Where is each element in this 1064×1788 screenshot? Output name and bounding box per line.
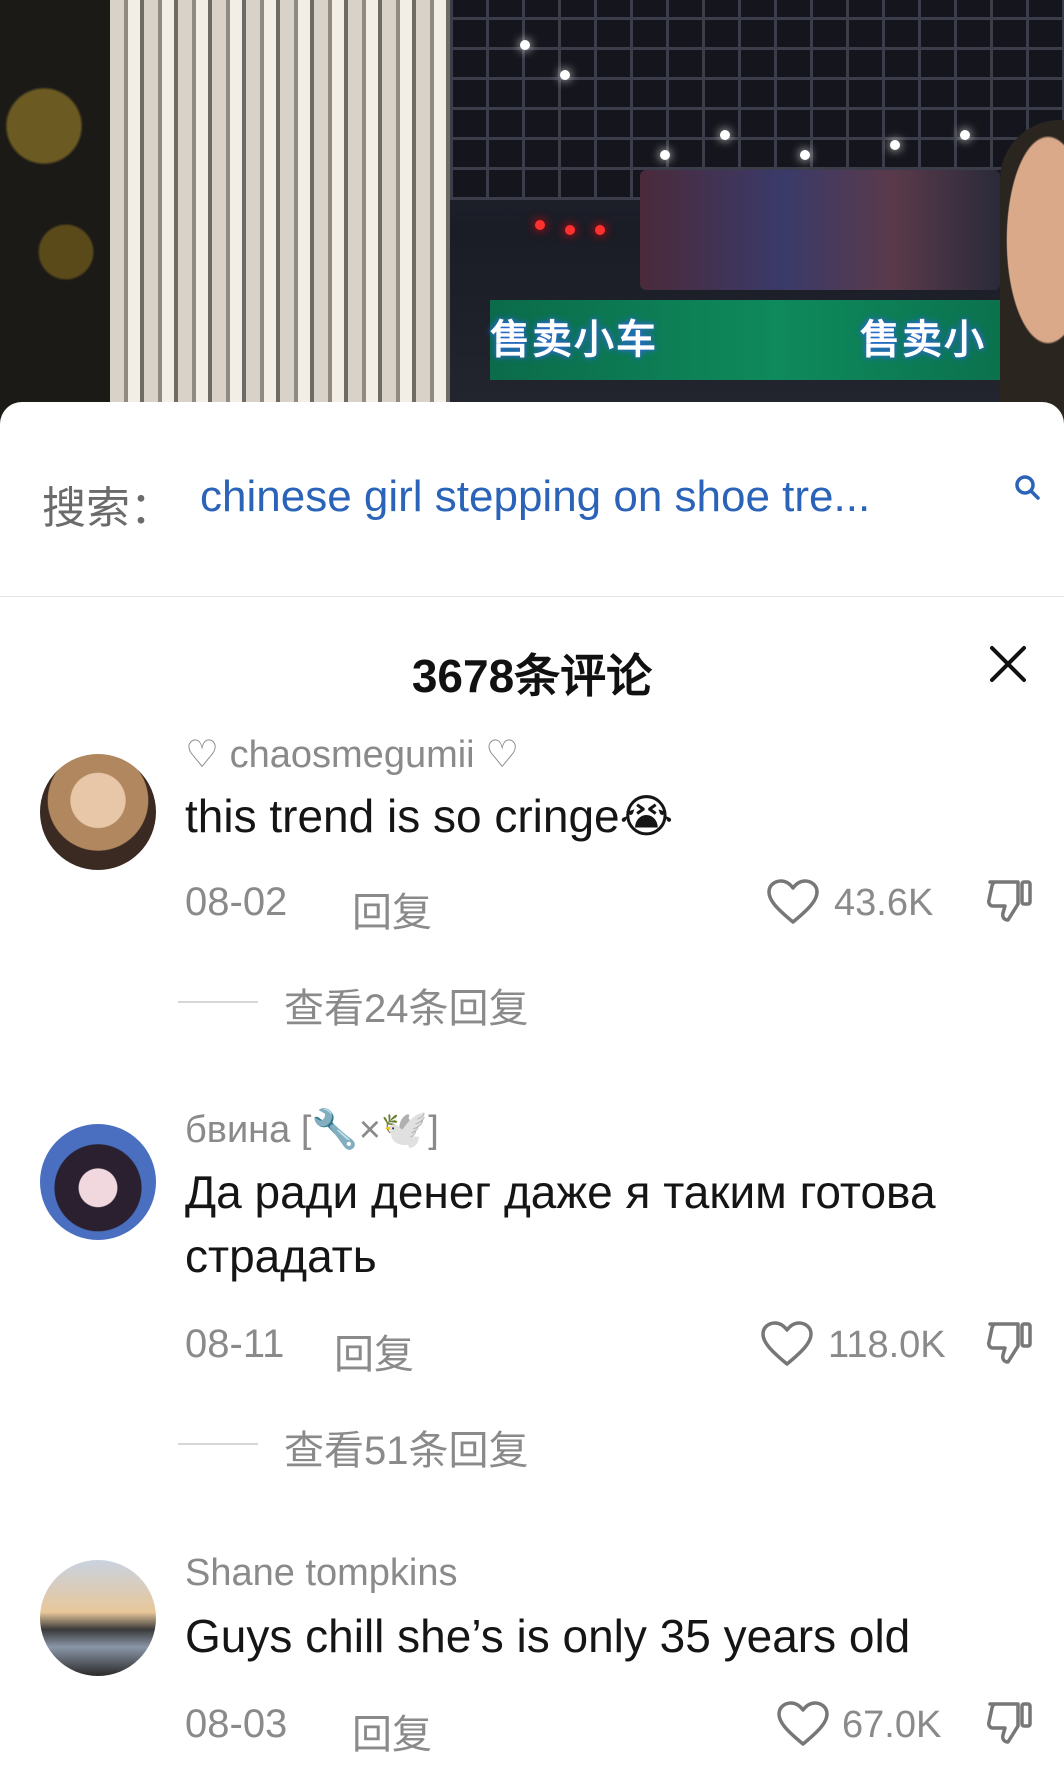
comment-date: 08-02 [185,880,288,924]
comment-text: Guys chill she’s is only 35 years old [185,1610,911,1662]
comment-text: Да ради денег даже я таким готова страда… [185,1166,936,1282]
search-suggestion-bar[interactable]: 搜索： chinese girl stepping on shoe tre... [0,402,1064,597]
heart-icon[interactable] [766,878,820,926]
search-query-link[interactable]: chinese girl stepping on shoe tre... [200,472,870,522]
video-player[interactable]: 售卖小车 售卖小 [0,0,1064,420]
comments-count-title: 3678条评论 [411,650,653,702]
like-count: 67.0K [842,1704,942,1746]
banner-text-left: 售卖小车 [490,318,658,362]
stage-screen [640,170,1000,290]
heart-icon[interactable] [760,1320,814,1368]
search-icon[interactable] [1012,472,1042,502]
like-count: 43.6K [834,882,934,924]
reply-button[interactable]: 回复 [352,1702,432,1760]
dragon-mural [0,0,110,420]
avatar[interactable] [40,1560,156,1676]
heart-icon[interactable] [776,1700,830,1748]
like-count: 118.0K [828,1324,946,1366]
view-replies-button[interactable]: 查看24条回复 [178,976,778,1031]
avatar[interactable] [40,1124,156,1240]
comment-date: 08-03 [185,1702,288,1746]
view-replies-label: 查看51条回复 [284,1429,529,1473]
close-icon[interactable] [984,640,1032,688]
view-replies-button[interactable]: 查看51条回复 [178,1418,778,1473]
comment-username[interactable]: ♡ chaosmegumii ♡ [185,732,519,777]
banner-text-right: 售卖小 [860,318,986,362]
view-replies-label: 查看24条回复 [284,987,529,1031]
person-silhouette [1000,120,1064,420]
comment-username[interactable]: бвина [🔧×🕊️] [185,1108,439,1152]
comment-date: 08-11 [185,1322,285,1366]
avatar[interactable] [40,754,156,870]
thumbs-down-icon[interactable] [984,1698,1034,1748]
replies-divider [178,1443,258,1445]
reply-button[interactable]: 回复 [352,880,432,938]
comment-username[interactable]: Shane tompkins [185,1552,458,1595]
reply-button[interactable]: 回复 [334,1322,414,1380]
striped-curtain [110,0,450,420]
replies-divider [178,1001,258,1003]
thumbs-down-icon[interactable] [984,876,1034,926]
comments-sheet: 搜索： chinese girl stepping on shoe tre...… [0,402,1064,1788]
comment-text: this trend is so cringe😭 [185,790,674,842]
thumbs-down-icon[interactable] [984,1318,1034,1368]
search-prefix-label: 搜索： [42,484,174,533]
